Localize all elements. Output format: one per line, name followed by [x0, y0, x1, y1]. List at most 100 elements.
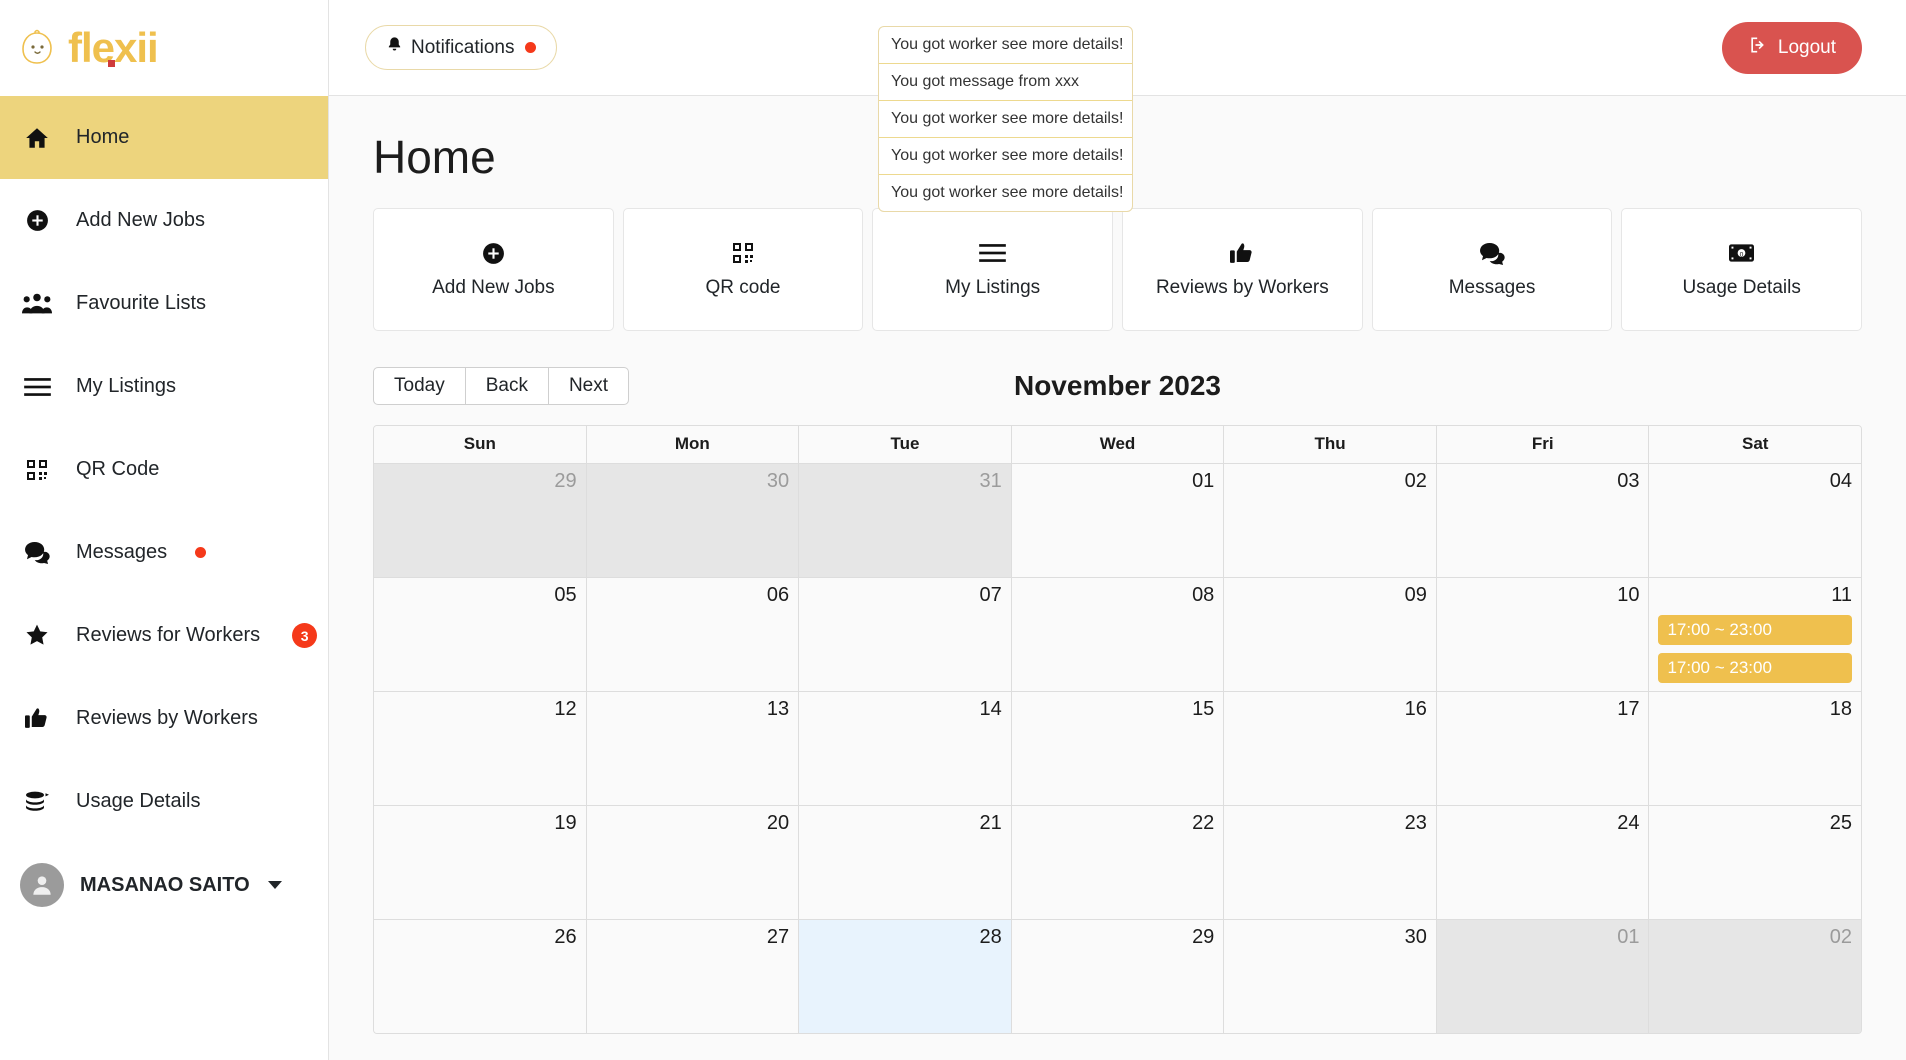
- sidebar-item-usage-details[interactable]: Usage Details: [0, 760, 328, 843]
- calendar-day-cell[interactable]: 02: [1224, 464, 1437, 577]
- quick-action-card-label: Messages: [1448, 277, 1536, 298]
- calendar-day-number: 30: [1404, 926, 1427, 948]
- calendar-day-number: 06: [766, 584, 790, 606]
- calendar-day-number: 09: [1404, 584, 1427, 606]
- calendar-day-cell[interactable]: 02: [1649, 920, 1861, 1033]
- calendar-day-number: 29: [1192, 926, 1215, 948]
- sidebar-item-qr-code[interactable]: QR Code: [0, 428, 328, 511]
- calendar-weekday: Tue: [799, 426, 1012, 463]
- logout-button[interactable]: Logout: [1721, 21, 1862, 74]
- calendar-day-number: 08: [1192, 584, 1215, 606]
- calendar-body: 29 30 31 01 02 03 04 05 06 07 08 09 10 11 17:00 ~ 23:0…: [374, 463, 1861, 1033]
- notification-item[interactable]: You got worker see more details!: [879, 138, 1132, 175]
- calendar-event[interactable]: 17:00 ~ 23:00: [1658, 615, 1853, 645]
- calendar-day-cell[interactable]: 29: [374, 464, 587, 577]
- notification-item[interactable]: You got worker see more details!: [879, 101, 1132, 138]
- calendar-day-cell[interactable]: 26: [374, 920, 587, 1033]
- sidebar-profile[interactable]: MASANAO SAITO: [0, 843, 328, 927]
- calendar-day-cell[interactable]: 03: [1436, 464, 1650, 577]
- chat-bubbles-icon: [20, 541, 54, 564]
- calendar-day-cell[interactable]: 30: [1224, 920, 1437, 1033]
- calendar-day-cell[interactable]: 30: [586, 464, 800, 577]
- quick-action-card-qr-code[interactable]: QR code: [622, 208, 864, 331]
- calendar-day-cell[interactable]: 15: [1011, 692, 1225, 805]
- calendar-day-number: 29: [554, 470, 577, 492]
- quick-action-card-usage-details[interactable]: 0 Usage Details: [1621, 208, 1863, 331]
- sidebar-item-my-listings[interactable]: My Listings: [0, 345, 328, 428]
- calendar-day-cell[interactable]: 08: [1011, 578, 1225, 691]
- calendar-day-number: 24: [1617, 812, 1640, 834]
- sidebar-item-add-new-jobs[interactable]: Add New Jobs: [0, 179, 328, 262]
- back-button[interactable]: Back: [464, 367, 549, 405]
- calendar-day-number: 03: [1617, 470, 1640, 492]
- calendar-day-cell[interactable]: 07: [799, 578, 1012, 691]
- sign-out-icon: [1748, 35, 1768, 61]
- quick-action-card-my-listings[interactable]: My Listings: [872, 208, 1114, 331]
- calendar-day-cell[interactable]: 19: [374, 806, 587, 919]
- calendar-day-cell[interactable]: 10: [1436, 578, 1650, 691]
- next-button[interactable]: Next: [547, 367, 630, 405]
- calendar-day-cell[interactable]: 27: [586, 920, 800, 1033]
- calendar-day-cell[interactable]: 20: [586, 806, 800, 919]
- quick-action-card-reviews-by-workers[interactable]: Reviews by Workers: [1122, 208, 1363, 331]
- calendar-day-number: 25: [1829, 812, 1853, 834]
- calendar-day-cell[interactable]: 18: [1649, 692, 1861, 805]
- calendar-day-cell[interactable]: 09: [1224, 578, 1437, 691]
- calendar-day-cell[interactable]: 11 17:00 ~ 23:00 17:00 ~ 23:00: [1649, 578, 1861, 691]
- caret-down-icon[interactable]: [267, 881, 282, 889]
- brand-accent-dot: [108, 60, 115, 67]
- calendar-day-number: 18: [1829, 698, 1853, 720]
- calendar-nav-buttons: Today Back Next: [373, 367, 630, 405]
- calendar-day-cell[interactable]: 29: [1011, 920, 1225, 1033]
- sidebar-item-reviews-by-workers[interactable]: Reviews by Workers: [0, 677, 328, 760]
- calendar: Today Back Next November 2023 Sun Mon Tue W…: [373, 364, 1862, 1034]
- brand-logo[interactable]: flexii: [0, 0, 328, 96]
- sidebar-item-label: My Listings: [76, 375, 177, 397]
- calendar-weekday: Sun: [374, 426, 587, 463]
- calendar-day-cell[interactable]: 05: [374, 578, 587, 691]
- calendar-day-cell[interactable]: 01: [1011, 464, 1225, 577]
- calendar-day-number: 16: [1404, 698, 1427, 720]
- notifications-label: Notifications: [411, 36, 515, 58]
- star-icon: [20, 623, 54, 648]
- calendar-day-cell[interactable]: 25: [1649, 806, 1861, 919]
- calendar-day-number: 22: [1192, 812, 1215, 834]
- calendar-day-cell[interactable]: 16: [1224, 692, 1437, 805]
- sidebar-item-home[interactable]: Home: [0, 96, 328, 179]
- calendar-day-cell[interactable]: 12: [374, 692, 587, 805]
- calendar-event[interactable]: 17:00 ~ 23:00: [1658, 653, 1853, 683]
- notification-item[interactable]: You got worker see more details!: [879, 27, 1132, 64]
- calendar-day-cell[interactable]: 24: [1436, 806, 1650, 919]
- calendar-day-number: 02: [1404, 470, 1427, 492]
- calendar-day-cell[interactable]: 17: [1436, 692, 1650, 805]
- calendar-day-cell[interactable]: 14: [799, 692, 1012, 805]
- calendar-day-cell[interactable]: 21: [799, 806, 1012, 919]
- plus-circle-icon: [20, 208, 54, 233]
- sidebar-item-reviews-for-workers[interactable]: Reviews for Workers 3: [0, 594, 328, 677]
- main-area: Notifications Logout You got worker see …: [329, 0, 1906, 1060]
- calendar-toolbar: Today Back Next November 2023: [373, 364, 1862, 408]
- calendar-day-cell[interactable]: 28: [799, 920, 1012, 1033]
- quick-action-card-add-new-jobs[interactable]: Add New Jobs: [373, 208, 614, 331]
- sidebar-item-favourite-lists[interactable]: Favourite Lists: [0, 262, 328, 345]
- today-button[interactable]: Today: [373, 367, 466, 405]
- sidebar-item-messages[interactable]: Messages: [0, 511, 328, 594]
- calendar-day-cell[interactable]: 13: [586, 692, 800, 805]
- quick-action-card-messages[interactable]: Messages: [1371, 208, 1613, 331]
- sidebar-item-label: Add New Jobs: [76, 209, 205, 231]
- quick-action-card-label: Reviews by Workers: [1155, 277, 1329, 298]
- calendar-day-cell[interactable]: 31: [799, 464, 1012, 577]
- logout-label: Logout: [1777, 36, 1836, 58]
- calendar-day-cell[interactable]: 06: [586, 578, 800, 691]
- notification-item[interactable]: You got message from xxx: [879, 64, 1132, 101]
- calendar-day-cell[interactable]: 22: [1011, 806, 1225, 919]
- notifications-button[interactable]: Notifications: [365, 25, 557, 70]
- calendar-day-number: 19: [554, 812, 577, 834]
- calendar-day-cell[interactable]: 04: [1649, 464, 1861, 577]
- calendar-day-cell[interactable]: 01: [1436, 920, 1650, 1033]
- calendar-day-number: 30: [766, 470, 790, 492]
- notification-item[interactable]: You got worker see more details!: [879, 175, 1132, 211]
- calendar-day-cell[interactable]: 23: [1224, 806, 1437, 919]
- thumbs-up-icon: [20, 707, 54, 730]
- quick-action-card-label: Add New Jobs: [432, 277, 555, 298]
